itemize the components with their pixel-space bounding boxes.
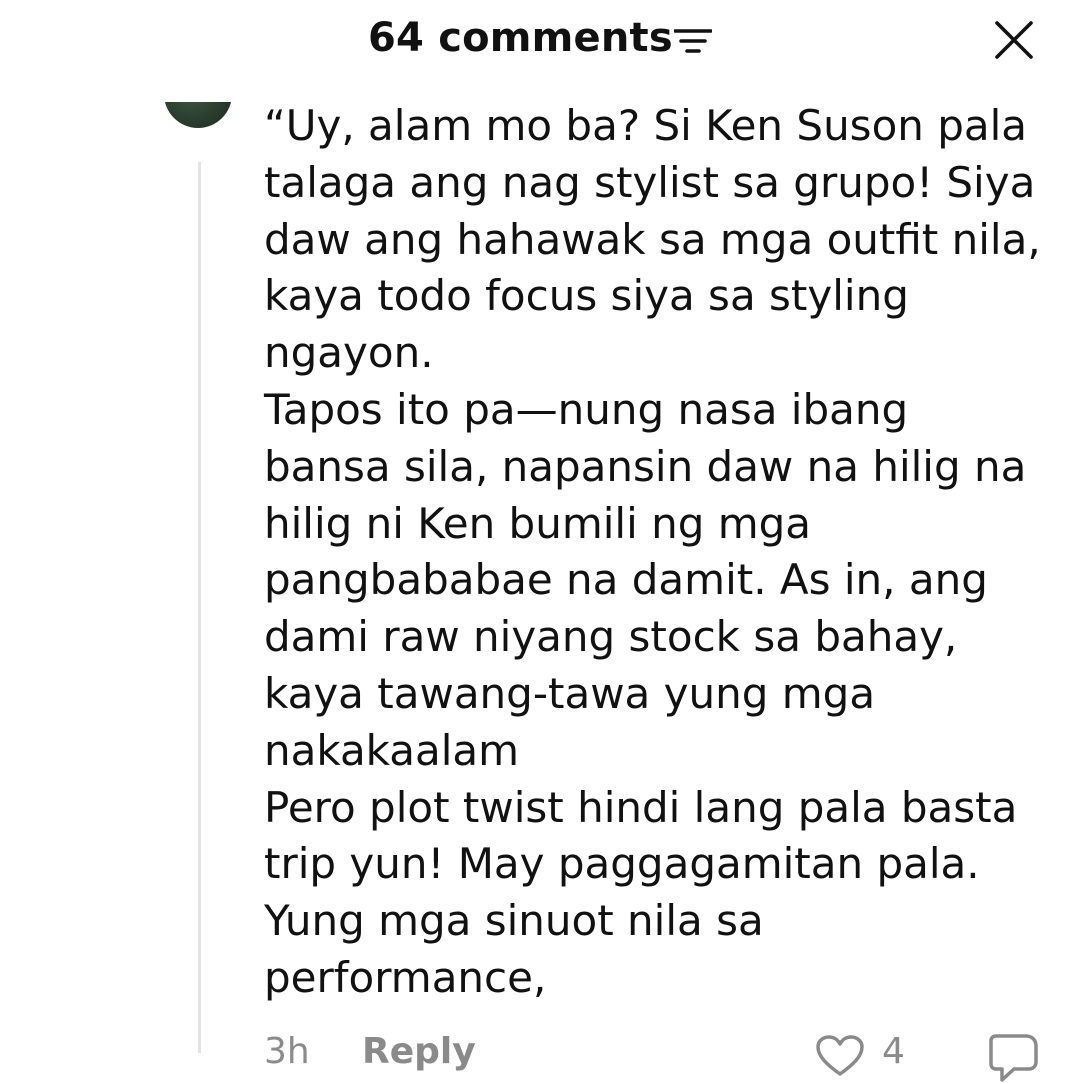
comments-count-title: 64 comments <box>368 15 673 61</box>
comment-footer: 3h Reply 4 <box>264 1031 1064 1082</box>
thread-line <box>198 162 201 1053</box>
header-separator <box>150 60 250 102</box>
comment-text: “Uy, alam mo ba? Si Ken Suson pala talag… <box>264 101 1041 1002</box>
heart-icon[interactable] <box>814 1034 866 1078</box>
like-count: 4 <box>882 1031 905 1072</box>
dislike-icon[interactable] <box>988 1032 1040 1084</box>
comment-time: 3h <box>264 1031 310 1072</box>
close-icon[interactable] <box>994 20 1034 60</box>
sort-icon[interactable] <box>674 27 712 55</box>
reply-button[interactable]: Reply <box>362 1032 476 1072</box>
